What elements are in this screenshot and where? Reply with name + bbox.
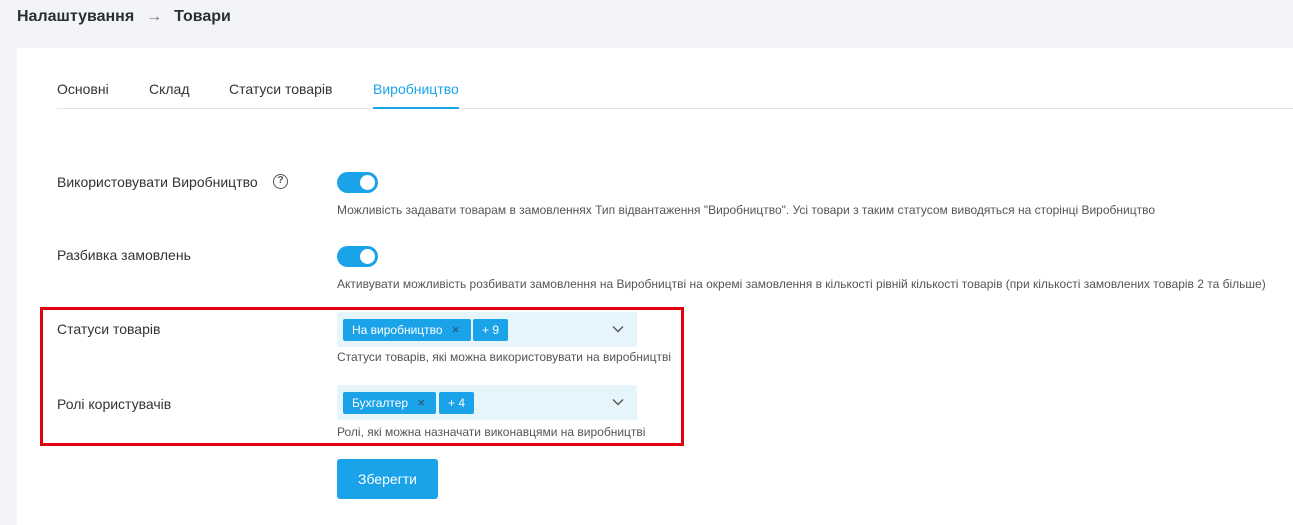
breadcrumb-parent[interactable]: Налаштування [17, 8, 134, 26]
tab-production[interactable]: Виробництво [373, 81, 459, 109]
split-orders-toggle[interactable] [337, 246, 378, 267]
use-production-toggle[interactable] [337, 172, 378, 193]
highlight-frame [40, 307, 684, 446]
toggle-knob [360, 249, 375, 264]
save-button[interactable]: Зберегти [337, 459, 438, 499]
settings-card: Основні Склад Статуси товарів Виробництв… [17, 48, 1293, 525]
tab-product-statuses[interactable]: Статуси товарів [229, 81, 332, 97]
split-orders-hint: Активувати можливість розбивати замовлен… [337, 277, 1266, 291]
breadcrumb-current: Товари [174, 8, 231, 25]
tab-warehouse[interactable]: Склад [149, 81, 190, 97]
breadcrumb-arrow-icon: → [146, 8, 163, 25]
breadcrumb: Налаштування → Товари [0, 0, 1293, 48]
tab-main[interactable]: Основні [57, 81, 109, 97]
toggle-knob [360, 175, 375, 190]
help-icon[interactable]: ? [273, 174, 288, 189]
use-production-label: Використовувати Виробництво [57, 174, 258, 190]
split-orders-label: Разбивка замовлень [57, 247, 191, 263]
tab-bar: Основні Склад Статуси товарів Виробництв… [57, 48, 1293, 109]
use-production-hint: Можливість задавати товарам в замовлення… [337, 203, 1155, 217]
